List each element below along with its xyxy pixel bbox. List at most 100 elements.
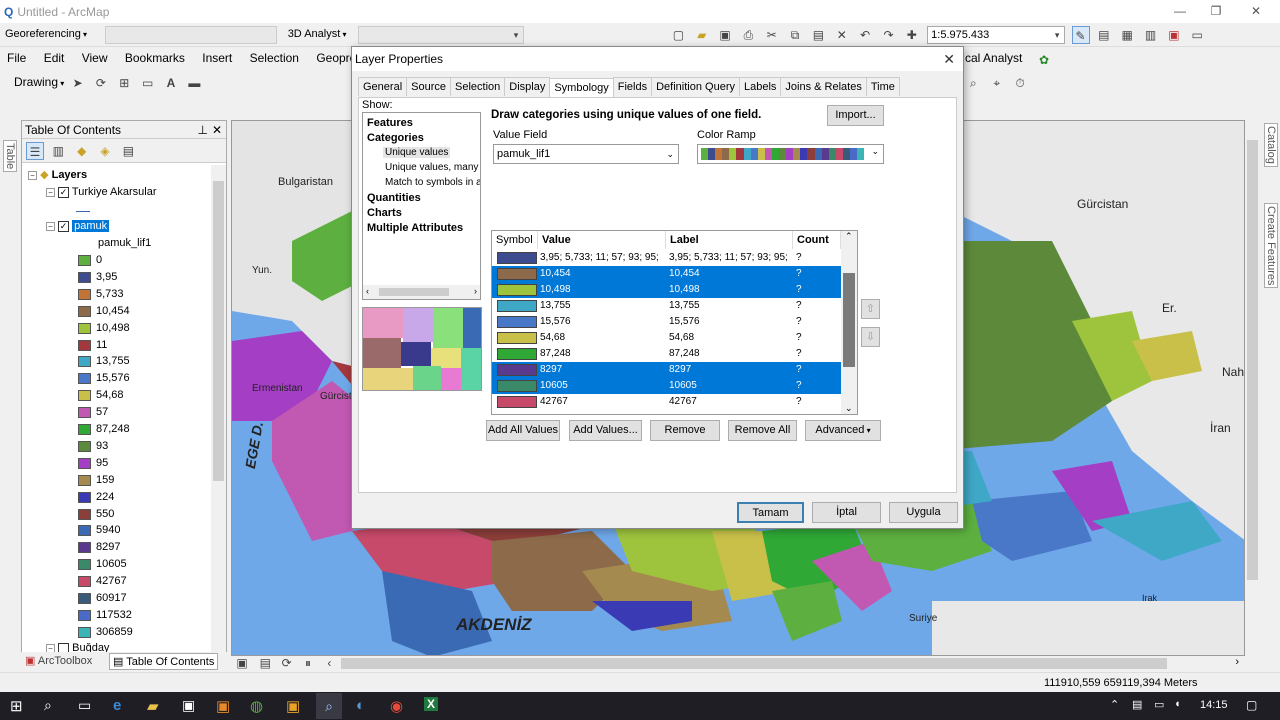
catalog-window-icon[interactable]: ▦ xyxy=(1118,26,1136,44)
toc-scroll-thumb[interactable] xyxy=(213,181,224,481)
add-all-values-button[interactable]: Add All Values xyxy=(486,420,560,441)
menu-bookmarks[interactable]: Bookmarks xyxy=(118,47,192,69)
table-row[interactable]: 54,68 54,68? xyxy=(492,330,841,346)
list-by-visibility-icon[interactable]: ◆ xyxy=(73,142,91,160)
legend-class-item[interactable]: 117532 xyxy=(78,607,132,624)
menu-selection[interactable]: Selection xyxy=(243,47,306,69)
minimize-button[interactable]: — xyxy=(1160,0,1200,23)
row-symbol-swatch[interactable] xyxy=(497,364,537,376)
tree-unique-values-many[interactable]: Unique values, many xyxy=(385,162,478,173)
class-symbol-swatch[interactable] xyxy=(78,255,91,266)
advanced-button[interactable]: Advanced ▾ xyxy=(805,420,881,441)
tab-general[interactable]: General xyxy=(358,77,408,96)
legend-class-item[interactable]: 0 xyxy=(78,252,102,269)
class-symbol-swatch[interactable] xyxy=(78,288,91,300)
add-data-icon[interactable]: ✚ xyxy=(903,26,921,44)
maximize-button[interactable]: ❐ xyxy=(1196,0,1236,23)
new-document-icon[interactable]: ▢ xyxy=(669,26,687,44)
table-row[interactable]: 8297 8297? xyxy=(492,362,841,378)
legend-class-item[interactable]: 8297 xyxy=(78,539,120,556)
file-explorer-icon[interactable]: ▰ xyxy=(147,697,159,715)
legend-class-item[interactable]: 87,248 xyxy=(78,421,130,438)
table-row[interactable]: 3,95; 5,733; 11; 57; 93; 95; 3,95; 5,733;… xyxy=(492,250,841,266)
delete-icon[interactable]: ✕ xyxy=(833,26,851,44)
layer-turkiye-akarsular[interactable]: − ✓ Turkiye Akarsular xyxy=(46,184,156,201)
list-by-source-icon[interactable]: ▥ xyxy=(49,142,67,160)
pause-drawing-icon[interactable]: ⏸ xyxy=(299,657,317,670)
tab-joins-relates[interactable]: Joins & Relates xyxy=(780,77,867,96)
legend-class-item[interactable]: 306859 xyxy=(78,624,133,641)
layers-node[interactable]: − ◆ Layers xyxy=(28,167,87,184)
import-button[interactable]: Import... xyxy=(827,105,884,126)
row-symbol-swatch[interactable] xyxy=(497,252,537,264)
table-scrollbar[interactable]: ⌃ ⌄ xyxy=(841,231,857,414)
add-values-button[interactable]: Add Values... xyxy=(569,420,642,441)
list-by-drawing-order-icon[interactable]: ☰ xyxy=(26,142,44,160)
rectangle-icon[interactable]: ▭ xyxy=(139,74,157,92)
row-symbol-swatch[interactable] xyxy=(497,300,537,312)
class-symbol-swatch[interactable] xyxy=(78,271,91,283)
save-icon[interactable]: ▣ xyxy=(716,26,734,44)
tree-match-symbols[interactable]: Match to symbols in a xyxy=(385,177,480,188)
font-color-icon[interactable]: ▬ xyxy=(185,74,203,92)
legend-class-item[interactable]: 13,755 xyxy=(78,353,130,370)
menu-edit[interactable]: Edit xyxy=(37,47,72,69)
legend-class-item[interactable]: 93 xyxy=(78,438,108,455)
pin-icon[interactable]: ⊥ xyxy=(198,121,208,139)
legend-class-item[interactable]: 57 xyxy=(78,404,108,421)
class-symbol-swatch[interactable] xyxy=(78,474,91,486)
store-icon[interactable]: ▣ xyxy=(182,697,195,714)
legend-class-item[interactable]: 10,498 xyxy=(78,320,130,337)
go-to-xy-icon[interactable]: ⌖ xyxy=(988,74,1006,92)
redo-icon[interactable]: ↷ xyxy=(879,26,897,44)
arcmap-taskbar-icon[interactable]: ⌕ xyxy=(316,693,342,719)
table-row[interactable]: 15,576 15,576? xyxy=(492,314,841,330)
class-symbol-swatch[interactable] xyxy=(78,440,91,452)
table-row[interactable]: 13,755 13,755? xyxy=(492,298,841,314)
col-value[interactable]: Value xyxy=(538,231,666,249)
layer-visibility-checkbox[interactable]: ✓ xyxy=(58,220,70,232)
zoom-whole-page-icon[interactable]: ⊞ xyxy=(115,74,133,92)
edge-icon[interactable]: e xyxy=(113,697,121,714)
tab-source[interactable]: Source xyxy=(406,77,451,96)
class-symbol-swatch[interactable] xyxy=(78,322,91,334)
class-symbol-swatch[interactable] xyxy=(78,373,91,385)
ok-button[interactable]: Tamam xyxy=(737,502,804,523)
class-symbol-swatch[interactable] xyxy=(78,525,91,537)
row-symbol-swatch[interactable] xyxy=(497,284,537,296)
toc-scrollbar[interactable] xyxy=(211,165,226,654)
row-symbol-swatch[interactable] xyxy=(497,348,537,360)
copy-icon[interactable]: ⧉ xyxy=(786,26,804,44)
notifications-icon[interactable]: ▢ xyxy=(1246,698,1257,712)
table-row[interactable]: 10,498 10,498? xyxy=(492,282,841,298)
tab-fields[interactable]: Fields xyxy=(612,77,653,96)
row-symbol-swatch[interactable] xyxy=(497,380,537,392)
color-ramp-select[interactable]: ⌄ xyxy=(697,144,884,164)
legend-class-item[interactable]: 60917 xyxy=(78,590,127,607)
menu-view[interactable]: View xyxy=(75,47,115,69)
col-count[interactable]: Count xyxy=(793,231,841,249)
app-icon-green[interactable]: ◍ xyxy=(250,697,263,715)
tab-time[interactable]: Time xyxy=(865,77,900,96)
class-symbol-swatch[interactable] xyxy=(78,609,91,621)
tab-display[interactable]: Display xyxy=(504,77,551,96)
tree-unique-values[interactable]: Unique values xyxy=(383,147,451,158)
tree-scroll-thumb[interactable] xyxy=(379,288,449,296)
tab-symbology[interactable]: Symbology xyxy=(549,78,614,99)
menu-file[interactable]: File xyxy=(0,47,33,69)
open-folder-icon[interactable]: ▰ xyxy=(693,26,711,44)
legend-class-item[interactable]: 54,68 xyxy=(78,387,124,404)
analyst-menu[interactable]: 3D Analyst ▾ xyxy=(285,26,351,44)
arctoolbox-icon[interactable]: ▣ xyxy=(1165,26,1183,44)
find-icon[interactable]: ⌕ xyxy=(964,74,982,92)
class-symbol-swatch[interactable] xyxy=(78,491,91,503)
remove-all-button[interactable]: Remove All xyxy=(728,420,797,441)
collapse-icon[interactable]: − xyxy=(46,221,55,231)
class-symbol-swatch[interactable] xyxy=(78,356,91,368)
table-scroll-thumb[interactable] xyxy=(843,273,855,367)
tree-charts[interactable]: Charts xyxy=(367,207,402,219)
spatial-analyst-menu[interactable]: cal Analyst xyxy=(958,47,1029,69)
network-icon[interactable]: ▤ xyxy=(1132,698,1142,711)
map-vertical-scrollbar[interactable] xyxy=(1245,120,1260,656)
table-side-tab[interactable]: Table xyxy=(3,140,17,173)
